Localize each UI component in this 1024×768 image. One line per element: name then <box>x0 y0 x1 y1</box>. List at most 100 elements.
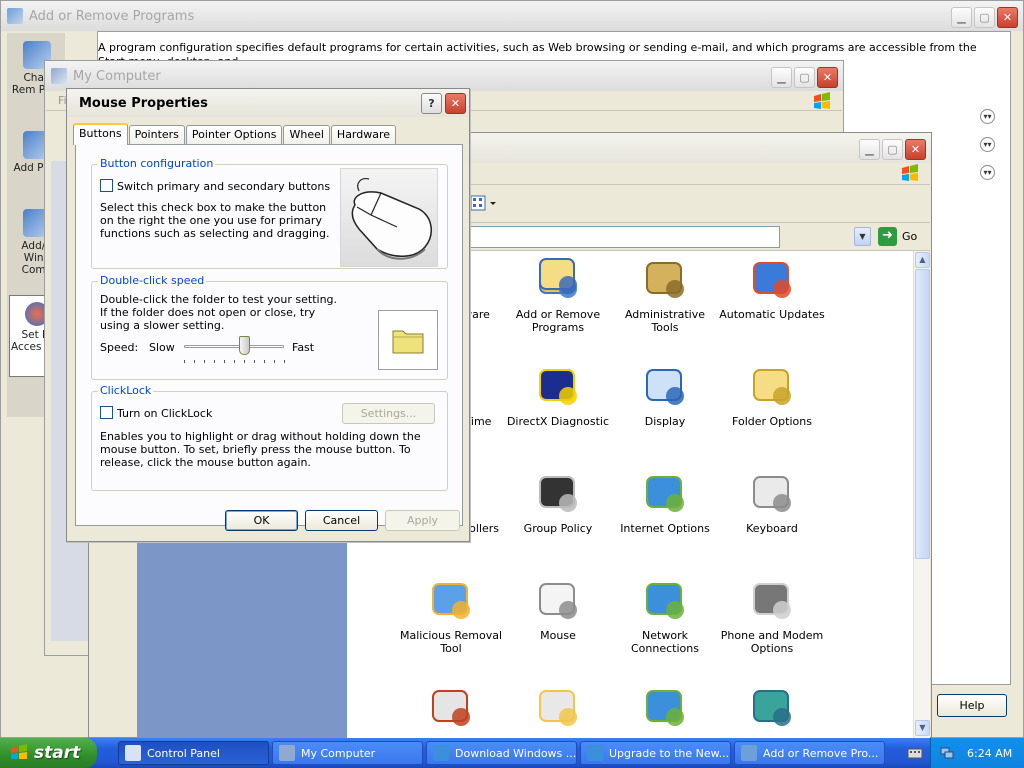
vertical-scrollbar[interactable]: ▲ ▼ <box>913 251 930 738</box>
folder-icon[interactable] <box>379 311 437 369</box>
slider-tick <box>214 360 215 363</box>
tab-wheel[interactable]: Wheel <box>283 125 330 145</box>
control-panel-item[interactable]: Folder Options <box>718 362 826 428</box>
taskbar-button-label: Add or Remove Pro... <box>763 746 879 760</box>
maximize-button[interactable]: ▢ <box>794 67 815 88</box>
views-icon[interactable] <box>470 195 500 213</box>
maximize-button[interactable]: ▢ <box>974 7 995 28</box>
mouse-properties-titlebar[interactable]: Mouse Properties <box>67 89 469 117</box>
button-config-description: Select this check box to make the button… <box>100 201 330 240</box>
maximize-button[interactable]: ▢ <box>882 139 903 160</box>
help-button[interactable]: Help <box>937 694 1007 717</box>
tab-pointer-options[interactable]: Pointer Options <box>185 125 283 145</box>
control-panel-item[interactable] <box>718 683 826 736</box>
buttons-tab-panel: Button configuration Switch primary and … <box>75 144 463 526</box>
control-panel-item-label: Malicious Removal Tool <box>399 629 503 655</box>
tab-hardware[interactable]: Hardware <box>330 125 397 145</box>
slider-thumb[interactable] <box>239 336 250 355</box>
clock[interactable]: 6:24 AM <box>967 747 1012 760</box>
go-button-label[interactable]: Go <box>902 230 917 243</box>
switch-buttons-checkbox[interactable] <box>100 179 113 192</box>
close-button[interactable]: ✕ <box>445 93 466 114</box>
regional-globe-icon <box>641 683 689 731</box>
minimize-button[interactable]: ▁ <box>771 67 792 88</box>
ok-button[interactable]: OK <box>225 510 298 531</box>
control-panel-item-label: Display <box>644 415 686 428</box>
taskbar: start Control Panel My Computer Download W… <box>0 738 1024 768</box>
clicklock-group: ClickLock Turn on ClickLock Settings... … <box>91 384 448 491</box>
control-panel-item[interactable]: Administrative Tools <box>611 255 719 334</box>
control-panel-item-label: Folder Options <box>732 415 812 428</box>
clicklock-label[interactable]: Turn on ClickLock <box>117 407 212 420</box>
chevron-down-icon[interactable]: ▾▾ <box>980 165 995 180</box>
control-panel-item[interactable]: Internet Options <box>611 469 719 535</box>
taskbar-button[interactable]: Download Windows ... <box>426 741 577 765</box>
taskbar-button-label: Download Windows ... <box>455 746 577 760</box>
control-panel-item[interactable]: Keyboard <box>718 469 826 535</box>
control-panel-item[interactable]: Mouse <box>504 576 612 642</box>
control-panel-item[interactable]: Automatic Updates <box>718 255 826 321</box>
slider-tick <box>184 360 185 363</box>
control-panel-item[interactable] <box>611 683 719 736</box>
slider-tick <box>254 360 255 363</box>
keyboard-tray-icon[interactable] <box>907 745 923 761</box>
printers-icon <box>534 683 582 731</box>
slider-tick <box>264 360 265 363</box>
my-computer-titlebar[interactable]: My Computer <box>45 61 843 91</box>
control-panel-item[interactable] <box>504 683 612 736</box>
windows-flag-icon <box>902 164 918 181</box>
button-configuration-group: Button configuration Switch primary and … <box>91 157 448 269</box>
control-panel-item[interactable]: DirectX Diagnostic <box>504 362 612 428</box>
clicklock-settings-button[interactable]: Settings... <box>342 403 435 424</box>
taskbar-button[interactable]: My Computer <box>272 741 423 765</box>
chevron-down-icon[interactable]: ▾▾ <box>980 109 995 124</box>
clicklock-checkbox[interactable] <box>100 406 113 419</box>
chevron-down-icon[interactable]: ▾▾ <box>980 137 995 152</box>
taskbar-button-label: My Computer <box>301 746 376 760</box>
dialog-title: Mouse Properties <box>79 95 208 111</box>
control-panel-item-label: Keyboard <box>746 522 798 535</box>
close-button[interactable]: ✕ <box>817 67 838 88</box>
slider-tick <box>244 360 245 363</box>
minimize-button[interactable]: ▁ <box>951 7 972 28</box>
control-panel-item[interactable] <box>504 251 612 304</box>
network-tray-icon[interactable] <box>939 745 955 761</box>
cancel-button[interactable]: Cancel <box>305 510 378 531</box>
taskbar-button[interactable]: Upgrade to the New... <box>580 741 731 765</box>
control-panel-item-label: Group Policy <box>523 522 593 535</box>
test-folder-area[interactable] <box>378 310 438 370</box>
control-panel-item[interactable]: Group Policy <box>504 469 612 535</box>
control-panel-item-label: Automatic Updates <box>719 308 825 321</box>
tab-buttons[interactable]: Buttons <box>73 123 128 145</box>
double-click-speed-slider[interactable] <box>184 345 284 348</box>
tab-pointers[interactable]: Pointers <box>128 125 185 145</box>
address-dropdown-button[interactable]: ▼ <box>854 227 871 246</box>
control-panel-item[interactable]: Malicious Removal Tool <box>397 576 505 655</box>
help-question-button[interactable]: ? <box>421 93 442 114</box>
slow-label: Slow <box>149 341 175 354</box>
close-button[interactable]: ✕ <box>997 7 1018 28</box>
taskbar-button[interactable]: Add or Remove Pro... <box>734 741 885 765</box>
control-panel-item[interactable]: Network Connections <box>611 576 719 655</box>
scroll-up-button[interactable]: ▲ <box>915 252 930 268</box>
close-button[interactable]: ✕ <box>905 139 926 160</box>
go-arrow-icon[interactable]: ➜ <box>878 227 897 246</box>
speed-label: Speed: <box>100 341 139 354</box>
fast-label: Fast <box>292 341 315 354</box>
keyboard-icon <box>748 469 796 517</box>
control-panel-item[interactable]: Display <box>611 362 719 428</box>
mouse-illustration <box>340 168 438 267</box>
minimize-button[interactable]: ▁ <box>859 139 880 160</box>
taskbar-app-icon <box>741 745 757 761</box>
taskbar-button[interactable]: Control Panel <box>118 741 269 765</box>
scroll-down-button[interactable]: ▼ <box>915 720 930 736</box>
add-remove-titlebar[interactable]: Add or Remove Programs <box>1 1 1023 31</box>
taskbar-button-label: Control Panel <box>147 746 220 760</box>
apply-button[interactable]: Apply <box>385 510 460 531</box>
control-panel-item[interactable]: Phone and Modem Options <box>718 576 826 655</box>
double-click-description: Double-click the folder to test your set… <box>100 293 338 332</box>
scroll-thumb[interactable] <box>915 269 930 559</box>
start-button[interactable]: start <box>0 738 97 768</box>
switch-buttons-label[interactable]: Switch primary and secondary buttons <box>117 180 330 193</box>
add-remove-programs-icon <box>7 8 23 24</box>
